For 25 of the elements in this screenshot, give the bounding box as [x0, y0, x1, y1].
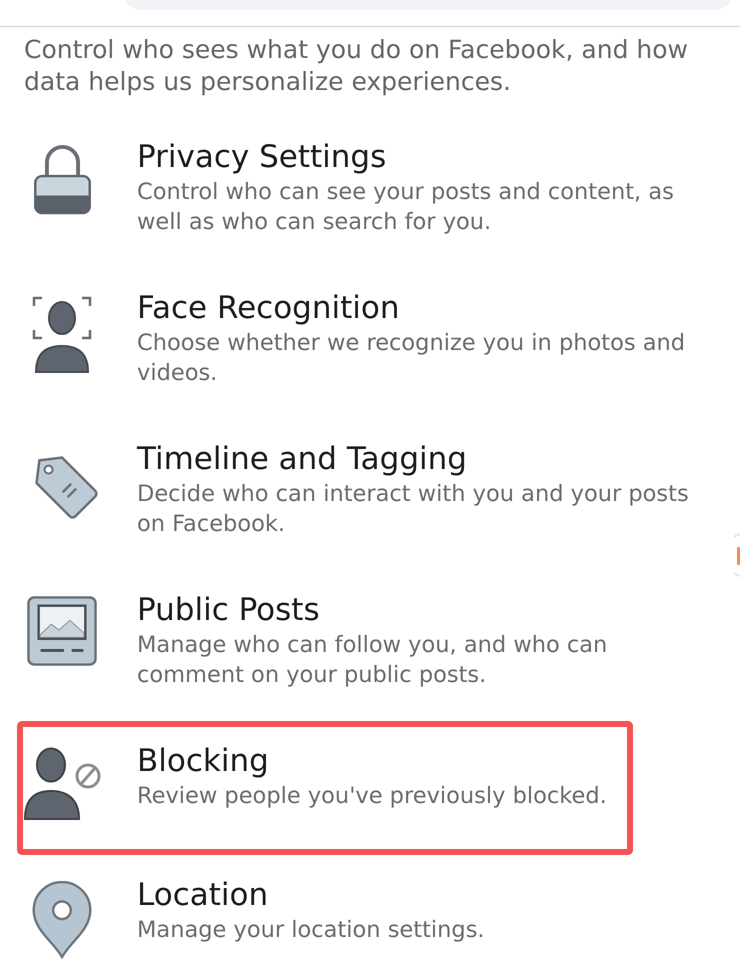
- item-title: Timeline and Tagging: [137, 440, 468, 479]
- item-title: Privacy Settings: [137, 138, 388, 177]
- settings-item[interactable]: Privacy Settings Control who can see your posts and content, as well as who can search for you.: [17, 117, 739, 268]
- edge-button-icon: [734, 533, 740, 577]
- lock-icon: [32, 143, 92, 215]
- item-description: Decide who can interact with you and your posts on Facebook.: [137, 480, 690, 539]
- item-description: Manage who can follow you, and who can comment on your public posts.: [137, 631, 608, 690]
- settings-item[interactable]: Blocking Review people you've previously blocked.: [17, 721, 633, 855]
- picture-frame-icon: [27, 596, 97, 666]
- item-description: Choose whether we recognize you in photos and videos.: [137, 329, 686, 388]
- item-title: Public Posts: [137, 591, 321, 630]
- settings-item[interactable]: Timeline and Tagging Decide who can interact with you and your posts on Facebook.: [17, 419, 739, 570]
- item-description: Manage your location settings.: [137, 916, 485, 945]
- item-description: Control who can see your posts and content, as well as who can search for you.: [137, 178, 675, 237]
- intro-text: Control who sees what you do on Facebook, and how data helps us personalize experiences.: [23, 34, 689, 98]
- settings-item[interactable]: Location Manage your location settings.: [17, 855, 511, 974]
- item-description: Review people you've previously blocked.: [137, 782, 607, 811]
- face-scan-icon: [32, 294, 92, 374]
- location-pin-icon: [31, 881, 93, 959]
- settings-item[interactable]: Public Posts Manage who can follow you, and who can comment on your public posts.: [17, 570, 739, 721]
- settings-item[interactable]: Face Recognition Choose whether we recognize you in photos and videos.: [17, 268, 739, 419]
- item-title: Location: [137, 876, 270, 915]
- item-title: Blocking: [137, 742, 270, 781]
- blocked-person-icon: [23, 747, 101, 821]
- item-title: Face Recognition: [137, 289, 401, 328]
